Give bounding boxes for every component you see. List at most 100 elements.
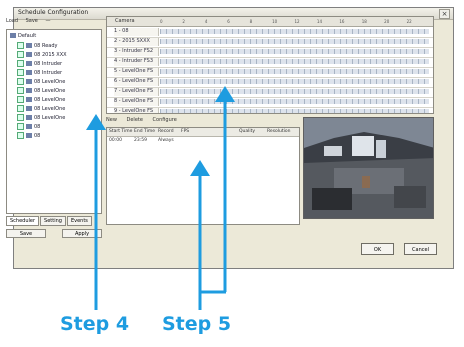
window-title: Schedule Configuration — [18, 9, 89, 16]
tree-tabs: Scheduler Setting Events — [6, 216, 102, 226]
col-start-time[interactable]: Start Time — [109, 129, 132, 134]
tree-node[interactable]: 08 Intruder — [17, 69, 62, 77]
hour-tick: 16 — [339, 19, 345, 24]
tree-node[interactable]: 08 LevelOne — [17, 87, 65, 95]
col-record[interactable]: Record — [158, 129, 174, 134]
tree-node[interactable]: 08 — [17, 123, 40, 131]
record-list[interactable]: Start Time End Time Record FPS Quality R… — [106, 127, 300, 225]
tree-node[interactable]: 08 Ready — [17, 42, 57, 50]
schedule-row-label: 8 - LevelOne FS — [114, 98, 159, 106]
schedule-row-label: 3 - Intruder FS2 — [114, 48, 159, 56]
schedule-row-label: 2 - 2015 SXXX — [114, 38, 159, 46]
tree-node[interactable]: 08 — [17, 132, 40, 140]
camera-icon — [26, 97, 32, 102]
ok-button[interactable]: OK — [361, 243, 394, 255]
tree-node[interactable]: 08 LevelOne — [17, 114, 65, 122]
schedule-timeline[interactable] — [160, 39, 429, 44]
tree-node[interactable]: 08 LevelOne — [17, 105, 65, 113]
tree-node[interactable]: 08 LevelOne — [17, 96, 65, 104]
camera-icon — [26, 43, 32, 48]
col-resolution[interactable]: Resolution — [267, 129, 291, 134]
tree-node-label: 08 LevelOne — [34, 115, 66, 121]
cancel-label: Cancel — [412, 247, 429, 253]
tree-node[interactable]: 08 2015 XXX — [17, 51, 67, 59]
camera-preview — [303, 117, 434, 219]
tree-buttons: Save Apply — [6, 229, 102, 241]
tree-toolbar: Load Save — — [6, 18, 104, 28]
ok-label: OK — [373, 247, 382, 253]
folder-icon — [10, 33, 16, 38]
tree-apply-button[interactable]: Apply — [62, 229, 102, 238]
schedule-timeline[interactable] — [160, 69, 429, 74]
schedule-timeline[interactable] — [160, 49, 429, 54]
extra-button[interactable]: — — [45, 18, 50, 24]
schedule-timeline[interactable] — [160, 89, 429, 94]
col-quality[interactable]: Quality — [239, 129, 255, 134]
tree-node-label: 08 Intruder — [34, 61, 63, 67]
cell-end-time: 23:59 — [134, 138, 147, 143]
col-fps[interactable]: FPS — [181, 129, 189, 134]
tree-node[interactable]: 08 Intruder — [17, 60, 62, 68]
checkbox-icon[interactable] — [17, 60, 24, 67]
step5-label: Step 5 — [162, 313, 232, 335]
schedule-row-label: 1 - 08 — [114, 28, 159, 36]
new-record-button[interactable]: New — [106, 117, 117, 123]
checkbox-icon[interactable] — [17, 96, 24, 103]
schedule-row-label: 9 - LevelOne FS — [114, 108, 159, 113]
device-tree[interactable]: Default 08 Ready 08 2015 XXX 08 Intruder 08… — [6, 29, 102, 214]
checkbox-icon[interactable] — [17, 42, 24, 49]
checkbox-icon[interactable] — [17, 123, 24, 130]
checkbox-icon[interactable] — [17, 69, 24, 76]
schedule-grid[interactable]: Camera 0 2 4 6 8 10 12 14 16 18 20 22 1 - 08 2 - 201… — [106, 16, 434, 114]
hour-tick: 20 — [384, 19, 390, 24]
cell-start-time: 00:00 — [109, 138, 122, 143]
tree-root-label: Default — [18, 33, 37, 39]
checkbox-icon[interactable] — [17, 105, 24, 112]
schedule-timeline[interactable] — [160, 99, 429, 104]
table-row[interactable]: 00:00 23:59 Always — [107, 137, 299, 145]
tree-node[interactable]: 08 LevelOne — [17, 78, 65, 86]
schedule-row-label: 7 - LevelOne FS — [114, 88, 159, 96]
tree-node-label: 08 LevelOne — [34, 88, 66, 94]
configure-record-button[interactable]: Configure — [153, 117, 177, 123]
tree-node-label: 08 Intruder — [34, 70, 63, 76]
hour-tick: 2 — [182, 19, 185, 24]
checkbox-icon[interactable] — [17, 78, 24, 85]
hour-tick: 22 — [406, 19, 412, 24]
camera-icon — [26, 115, 32, 120]
camera-icon — [26, 61, 32, 66]
schedule-timeline[interactable] — [160, 79, 429, 84]
schedule-timeline[interactable] — [160, 29, 429, 34]
hour-tick: 6 — [227, 19, 230, 24]
col-end-time[interactable]: End Time — [134, 129, 155, 134]
checkbox-icon[interactable] — [17, 132, 24, 139]
schedule-row[interactable]: 9 - LevelOne FS — [107, 107, 433, 113]
checkbox-icon[interactable] — [17, 87, 24, 94]
schedule-timeline[interactable] — [160, 59, 429, 64]
grid-header-label: Camera — [115, 18, 135, 24]
tab-events[interactable]: Events — [66, 216, 92, 226]
cell-record: Always — [158, 138, 174, 143]
checkbox-icon[interactable] — [17, 51, 24, 58]
tree-root[interactable]: Default — [10, 33, 36, 41]
save-tree-button[interactable]: Save — [26, 18, 38, 24]
hour-tick: 12 — [294, 19, 300, 24]
tree-node-label: 08 Ready — [34, 43, 58, 49]
hour-tick: 14 — [316, 19, 322, 24]
camera-icon — [26, 79, 32, 84]
tree-save-button[interactable]: Save — [6, 229, 46, 238]
tab-scheduler[interactable]: Scheduler — [6, 216, 40, 226]
schedule-timeline[interactable] — [160, 109, 429, 113]
close-button[interactable]: × — [439, 9, 450, 19]
hour-tick: 0 — [160, 19, 163, 24]
camera-icon — [26, 88, 32, 93]
schedule-row-label: 6 - LevelOne FS — [114, 78, 159, 86]
cancel-button[interactable]: Cancel — [404, 243, 437, 255]
tree-node-label: 08 — [34, 124, 41, 130]
checkbox-icon[interactable] — [17, 114, 24, 121]
grid-header: Camera 0 2 4 6 8 10 12 14 16 18 20 22 — [107, 17, 433, 27]
delete-record-button[interactable]: Delete — [127, 117, 143, 123]
tree-node-label: 08 LevelOne — [34, 79, 66, 85]
tab-setting[interactable]: Setting — [40, 216, 66, 226]
load-button[interactable]: Load — [6, 18, 18, 24]
